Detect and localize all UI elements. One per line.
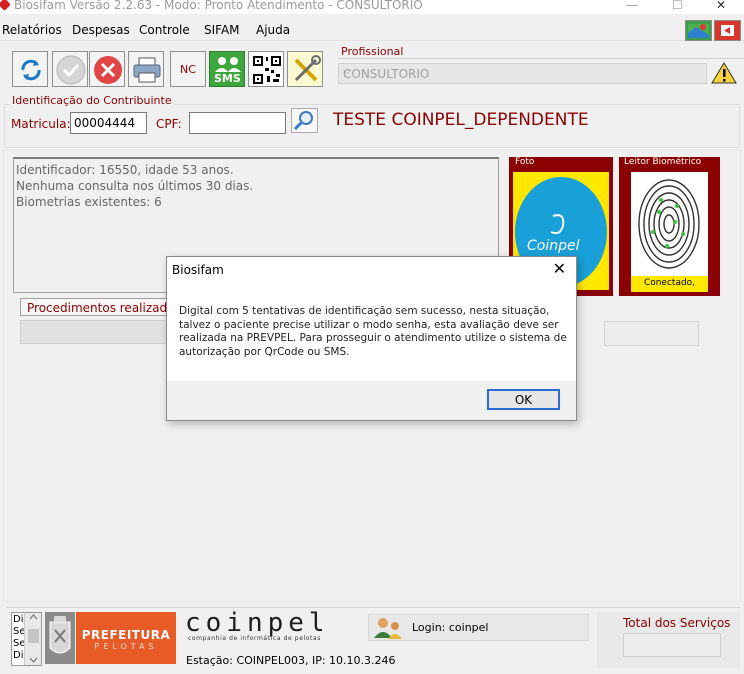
dialog-title-bar: Biosifam ✕ xyxy=(167,257,576,281)
total-value xyxy=(623,633,721,657)
cancel-button[interactable] xyxy=(89,51,125,87)
brasao-icon xyxy=(45,612,75,664)
ok-label: OK xyxy=(514,393,533,407)
search-icon xyxy=(293,111,313,131)
menu-despesas[interactable]: Despesas xyxy=(72,23,130,37)
procedimentos-bar xyxy=(20,320,175,344)
patient-name: TESTE COINPEL_DEPENDENTE xyxy=(333,110,589,130)
mini-list-scrollbar[interactable] xyxy=(24,613,41,665)
menu-relatorios[interactable]: Relatórios xyxy=(2,23,62,37)
dialog-title: Biosifam xyxy=(172,263,224,277)
matricula-value: 00004444 xyxy=(74,116,136,130)
menu-sifam[interactable]: SIFAM xyxy=(204,23,240,37)
nc-button[interactable]: NC xyxy=(170,51,206,87)
right-value-box xyxy=(604,321,699,346)
search-button[interactable] xyxy=(291,108,318,133)
login-text: Login: coinpel xyxy=(412,621,489,634)
dialog-message: Digital com 5 tentativas de identificaçã… xyxy=(179,305,567,358)
print-button[interactable] xyxy=(128,51,164,87)
dialog-close-icon[interactable]: ✕ xyxy=(553,259,566,278)
maximize-button[interactable]: ☐ xyxy=(672,0,683,12)
dialog-body: Digital com 5 tentativas de identificaçã… xyxy=(167,281,576,381)
exit-icon[interactable] xyxy=(714,20,741,41)
identificacao-label: Identificação do Contribuinte xyxy=(10,94,174,107)
sms-label: SMS xyxy=(214,72,241,85)
map-icon[interactable] xyxy=(685,20,712,41)
prefeitura-text: PREFEITURA xyxy=(81,628,171,642)
profissional-divider xyxy=(338,58,744,59)
cpf-input[interactable] xyxy=(189,112,286,134)
window-title: Biosifam Versão 2.2.63 - Modo: Pronto At… xyxy=(14,0,423,12)
title-bar: Biosifam Versão 2.2.63 - Modo: Pronto At… xyxy=(0,0,744,14)
pelotas-text: PELOTAS xyxy=(94,642,158,651)
coinpel-subtitle: companhia de informática de pelotas xyxy=(188,635,322,642)
profissional-label: Profissional xyxy=(341,45,404,58)
menu-controle[interactable]: Controle xyxy=(139,23,190,37)
qrcode-button[interactable] xyxy=(248,51,284,87)
total-panel: Total dos Serviços xyxy=(597,612,740,668)
nc-label: NC xyxy=(180,63,196,76)
estacao-info: Estação: COINPEL003, IP: 10.10.3.246 xyxy=(186,654,396,667)
list-item: Di xyxy=(13,650,24,661)
users-icon xyxy=(371,616,405,640)
minimize-button[interactable]: — xyxy=(626,0,638,12)
chevron-down-icon: ⌵ xyxy=(343,66,351,77)
procedimentos-label: Procedimentos realizados xyxy=(27,301,181,315)
app-icon xyxy=(0,0,11,11)
profissional-select[interactable]: CONSULTORIO ⌵ xyxy=(338,63,707,84)
sms-button[interactable]: SMS xyxy=(209,51,245,87)
prefeitura-logo: PREFEITURA PELOTAS xyxy=(76,612,176,664)
login-panel: Login: coinpel xyxy=(368,614,589,641)
matricula-input[interactable]: 00004444 xyxy=(70,112,147,134)
refresh-button[interactable] xyxy=(12,51,48,87)
list-item: Di xyxy=(13,614,24,625)
menu-bar: Relatórios Despesas Controle SIFAM Ajuda xyxy=(0,19,744,41)
tab-procedimentos[interactable]: Procedimentos realizados xyxy=(20,298,181,316)
warning-icon xyxy=(711,61,737,85)
total-label: Total dos Serviços xyxy=(623,616,731,630)
tools-button[interactable] xyxy=(287,51,323,87)
message-dialog: Biosifam ✕ Digital com 5 tentativas de i… xyxy=(166,256,577,421)
menu-ajuda[interactable]: Ajuda xyxy=(256,23,290,37)
close-button[interactable]: ✕ xyxy=(716,0,726,12)
matricula-label: Matricula: xyxy=(11,117,71,131)
confirm-button[interactable] xyxy=(52,51,88,87)
coinpel-logo: coinpel xyxy=(185,608,330,638)
cpf-label: CPF: xyxy=(156,117,182,131)
ok-button[interactable]: OK xyxy=(487,389,560,410)
